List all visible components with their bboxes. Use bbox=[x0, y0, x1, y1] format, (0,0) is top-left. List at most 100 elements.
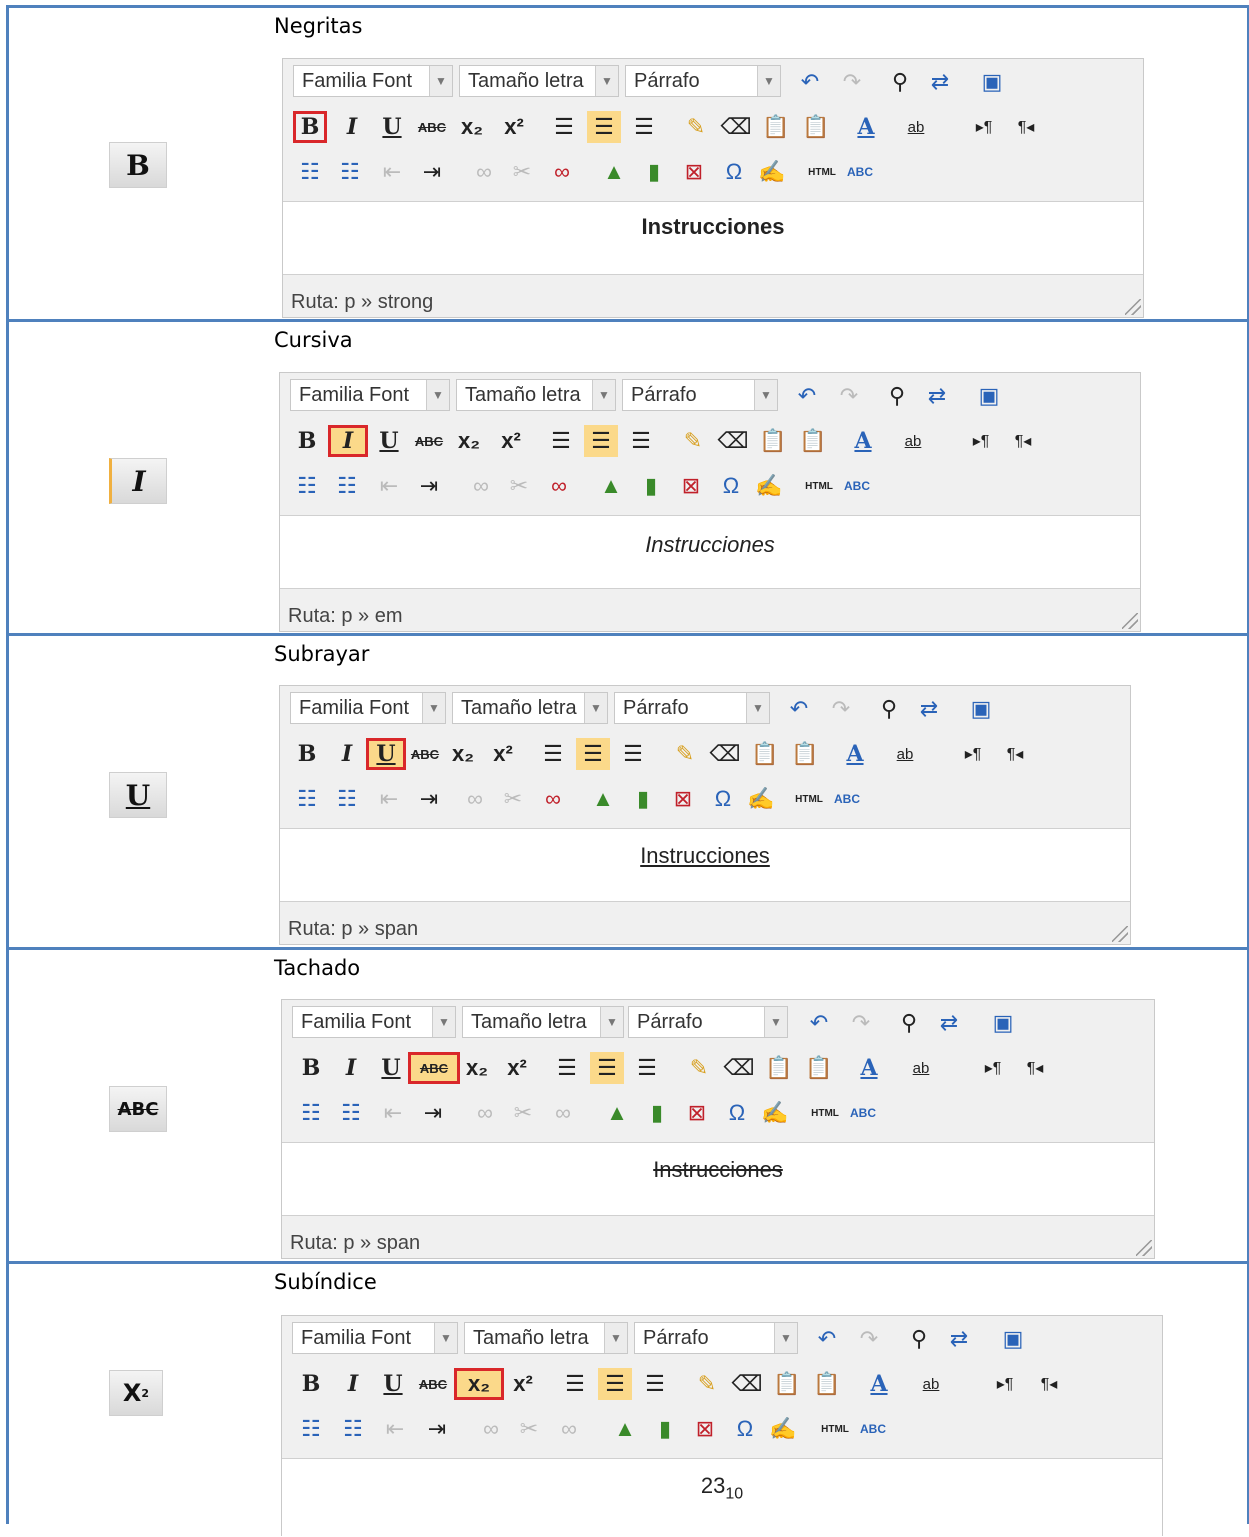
resize-handle[interactable] bbox=[1112, 926, 1128, 942]
unlink-icon[interactable]: ✂ bbox=[496, 783, 530, 815]
strikethrough-button[interactable]: ABC bbox=[416, 1368, 450, 1400]
strikethrough-button[interactable]: ABC bbox=[412, 425, 446, 457]
clean-format-icon[interactable]: ✎ bbox=[668, 738, 702, 770]
replace-icon[interactable]: ⇄ bbox=[923, 66, 957, 98]
fullscreen-icon[interactable]: ▣ bbox=[986, 1007, 1020, 1039]
anchor-icon[interactable]: ∞ bbox=[545, 156, 579, 188]
nolink-icon[interactable]: ⊠ bbox=[688, 1413, 722, 1445]
undo-icon[interactable]: ↶ bbox=[793, 66, 827, 98]
replace-icon[interactable]: ⇄ bbox=[932, 1007, 966, 1039]
bold-button[interactable]: B bbox=[293, 111, 327, 143]
paragraph-select[interactable]: Párrafo ▼ bbox=[614, 692, 770, 724]
fullscreen-icon[interactable]: ▣ bbox=[975, 66, 1009, 98]
unlink-icon[interactable]: ✂ bbox=[506, 1097, 540, 1129]
bullet-list-icon[interactable]: ☷ bbox=[290, 470, 324, 502]
paragraph-select[interactable]: Párrafo ▼ bbox=[628, 1006, 788, 1038]
numbered-list-icon[interactable]: ☷ bbox=[330, 783, 364, 815]
subscript-button[interactable]: x₂ bbox=[460, 1052, 494, 1084]
strikethrough-button[interactable]: ABC bbox=[408, 1052, 460, 1084]
subscript-button[interactable]: x₂ bbox=[446, 738, 480, 770]
resize-handle[interactable] bbox=[1122, 613, 1138, 629]
align-right-icon[interactable]: ☰ bbox=[616, 738, 650, 770]
font-size-select[interactable]: Tamaño letra ▼ bbox=[459, 65, 619, 97]
outdent-icon[interactable]: ⇤ bbox=[372, 783, 406, 815]
outdent-icon[interactable]: ⇤ bbox=[378, 1413, 412, 1445]
table-icon[interactable]: ✍ bbox=[758, 1097, 792, 1129]
underline-button[interactable]: U bbox=[375, 111, 409, 143]
link-icon[interactable]: ∞ bbox=[464, 470, 498, 502]
superscript-button[interactable]: x² bbox=[494, 425, 528, 457]
clean-format-icon[interactable]: ✎ bbox=[676, 425, 710, 457]
numbered-list-icon[interactable]: ☷ bbox=[333, 156, 367, 188]
paste-word-icon[interactable]: 📋 bbox=[788, 738, 822, 770]
nolink-icon[interactable]: ⊠ bbox=[666, 783, 700, 815]
link-icon[interactable]: ∞ bbox=[468, 1097, 502, 1129]
highlight-button[interactable]: ab bbox=[914, 1368, 948, 1400]
media-icon[interactable]: ▮ bbox=[634, 470, 668, 502]
font-color-button[interactable]: A bbox=[838, 738, 872, 770]
media-icon[interactable]: ▮ bbox=[640, 1097, 674, 1129]
anchor-icon[interactable]: ∞ bbox=[542, 470, 576, 502]
eraser-icon[interactable]: ⌫ bbox=[716, 425, 750, 457]
anchor-icon[interactable]: ∞ bbox=[536, 783, 570, 815]
font-family-select[interactable]: Familia Font ▼ bbox=[293, 65, 453, 97]
nolink-icon[interactable]: ⊠ bbox=[674, 470, 708, 502]
spellcheck-button[interactable]: ABC bbox=[856, 1413, 890, 1445]
unlink-icon[interactable]: ✂ bbox=[502, 470, 536, 502]
align-right-icon[interactable]: ☰ bbox=[630, 1052, 664, 1084]
image-icon[interactable]: ▲ bbox=[600, 1097, 634, 1129]
find-icon[interactable]: ⚲ bbox=[872, 693, 906, 725]
bold-button[interactable]: B bbox=[290, 738, 324, 770]
table-icon[interactable]: ✍ bbox=[766, 1413, 800, 1445]
rtl-icon[interactable]: ¶◂ bbox=[1018, 1052, 1052, 1084]
link-icon[interactable]: ∞ bbox=[467, 156, 501, 188]
special-char-button[interactable]: Ω bbox=[720, 1097, 754, 1129]
bold-button[interactable]: B bbox=[294, 1052, 328, 1084]
outdent-icon[interactable]: ⇤ bbox=[372, 470, 406, 502]
bullet-list-icon[interactable]: ☷ bbox=[293, 156, 327, 188]
find-icon[interactable]: ⚲ bbox=[892, 1007, 926, 1039]
font-color-button[interactable]: A bbox=[862, 1368, 896, 1400]
fullscreen-icon[interactable]: ▣ bbox=[964, 693, 998, 725]
anchor-icon[interactable]: ∞ bbox=[552, 1413, 586, 1445]
nolink-icon[interactable]: ⊠ bbox=[677, 156, 711, 188]
indent-icon[interactable]: ⇥ bbox=[412, 783, 446, 815]
ltr-icon[interactable]: ▸¶ bbox=[964, 425, 998, 457]
ltr-icon[interactable]: ▸¶ bbox=[967, 111, 1001, 143]
align-left-icon[interactable]: ☰ bbox=[550, 1052, 584, 1084]
ltr-icon[interactable]: ▸¶ bbox=[988, 1368, 1022, 1400]
paste-text-icon[interactable]: 📋 bbox=[748, 738, 782, 770]
editor-content[interactable]: Instrucciones bbox=[280, 515, 1140, 589]
underline-button[interactable]: U bbox=[372, 425, 406, 457]
replace-icon[interactable]: ⇄ bbox=[942, 1323, 976, 1355]
highlight-button[interactable]: ab bbox=[899, 111, 933, 143]
align-left-icon[interactable]: ☰ bbox=[536, 738, 570, 770]
superscript-button[interactable]: x² bbox=[506, 1368, 540, 1400]
align-right-icon[interactable]: ☰ bbox=[638, 1368, 672, 1400]
font-family-select[interactable]: Familia Font ▼ bbox=[290, 379, 450, 411]
redo-icon[interactable]: ↷ bbox=[852, 1323, 886, 1355]
outdent-icon[interactable]: ⇤ bbox=[375, 156, 409, 188]
redo-icon[interactable]: ↷ bbox=[844, 1007, 878, 1039]
special-char-button[interactable]: Ω bbox=[728, 1413, 762, 1445]
align-center-icon[interactable]: ☰ bbox=[576, 738, 610, 770]
eraser-icon[interactable]: ⌫ bbox=[730, 1368, 764, 1400]
table-icon[interactable]: ✍ bbox=[755, 156, 789, 188]
indent-icon[interactable]: ⇥ bbox=[420, 1413, 454, 1445]
font-color-button[interactable]: A bbox=[846, 425, 880, 457]
paragraph-select[interactable]: Párrafo ▼ bbox=[625, 65, 781, 97]
highlight-button[interactable]: ab bbox=[904, 1052, 938, 1084]
font-family-select[interactable]: Familia Font ▼ bbox=[290, 692, 446, 724]
font-size-select[interactable]: Tamaño letra ▼ bbox=[462, 1006, 624, 1038]
html-button[interactable]: HTML bbox=[818, 1413, 852, 1445]
replace-icon[interactable]: ⇄ bbox=[920, 380, 954, 412]
subscript-button[interactable]: x₂ bbox=[455, 111, 489, 143]
bold-button[interactable]: B bbox=[290, 425, 324, 457]
subscript-button[interactable]: x₂ bbox=[454, 1368, 504, 1400]
italic-button[interactable]: I bbox=[330, 738, 364, 770]
italic-button[interactable]: I bbox=[335, 111, 369, 143]
spellcheck-button[interactable]: ABC bbox=[840, 470, 874, 502]
image-icon[interactable]: ▲ bbox=[597, 156, 631, 188]
spellcheck-button[interactable]: ABC bbox=[846, 1097, 880, 1129]
image-icon[interactable]: ▲ bbox=[608, 1413, 642, 1445]
